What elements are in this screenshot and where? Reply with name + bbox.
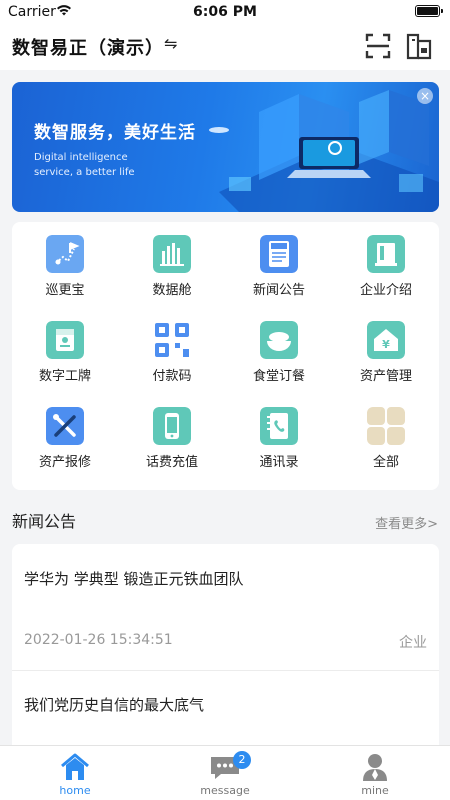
message-badge: 2: [233, 751, 251, 769]
news-date: 2022-01-26 15:34:51: [24, 632, 173, 648]
banner-slogan: 数智服务，美好生活: [34, 123, 196, 143]
badge-card-icon: [46, 321, 84, 359]
grid-item-label: 新闻公告: [252, 283, 305, 298]
office-building-icon[interactable]: [404, 31, 434, 61]
grid-item-label: 话费充值: [145, 455, 198, 470]
news-section-title: 新闻公告: [12, 512, 77, 531]
tab-label: message: [200, 784, 250, 797]
svg-text:¥: ¥: [382, 338, 390, 351]
banner-subtitle-line2: service, a better life: [34, 167, 135, 178]
tab-home[interactable]: home: [0, 746, 150, 800]
grid-item-all[interactable]: 全部: [333, 394, 439, 480]
news-list: 学华为 学典型 锻造正元铁血团队 2022-01-26 15:34:51 企业 …: [12, 544, 439, 756]
data-cabin-icon: [153, 235, 191, 273]
news-icon: [260, 235, 298, 273]
battery-icon: [415, 5, 443, 17]
grid-item-data-cabin[interactable]: 数据舱: [119, 222, 225, 308]
tab-label: home: [59, 784, 91, 797]
grid-item-label: 数字工牌: [38, 369, 91, 384]
grid-item-label: 付款码: [152, 369, 192, 384]
function-grid: 巡更宝 数据舱 新闻公告 企业介绍 数字工牌 付款码 食堂订餐 ¥ 资产管理 资…: [12, 222, 439, 490]
promo-banner[interactable]: 数智服务，美好生活 Digital intelligence service, …: [12, 82, 439, 212]
repair-icon: [46, 407, 84, 445]
banner-subtitle-line1: Digital intelligence: [34, 152, 128, 163]
home-icon: [61, 753, 89, 780]
grid-item-label: 食堂订餐: [252, 369, 305, 384]
news-headline: 我们党历史自信的最大底气: [24, 696, 205, 714]
grid-item-canteen[interactable]: 食堂订餐: [226, 308, 332, 394]
app-header: 数智易正（演示） ⇋: [0, 24, 450, 70]
status-bar: Carrier 6:06 PM: [0, 0, 450, 24]
grid-item-label: 巡更宝: [45, 283, 85, 298]
all-apps-icon: [367, 407, 405, 445]
grid-item-company[interactable]: 企业介绍: [333, 222, 439, 308]
smart-city-illustration: [209, 90, 439, 212]
scan-icon[interactable]: [364, 32, 392, 60]
status-time: 6:06 PM: [193, 4, 257, 20]
user-icon: [363, 754, 387, 781]
patrol-icon: [46, 235, 84, 273]
grid-item-digital-badge[interactable]: 数字工牌: [12, 308, 118, 394]
news-headline: 学华为 学典型 锻造正元铁血团队: [24, 570, 244, 588]
qr-code-icon: [153, 321, 191, 359]
grid-item-asset-management[interactable]: ¥ 资产管理: [333, 308, 439, 394]
grid-item-label: 数据舱: [152, 283, 192, 298]
grid-item-label: 通讯录: [259, 455, 299, 470]
contacts-icon: [260, 407, 298, 445]
banner-close-icon[interactable]: ×: [417, 88, 433, 104]
grid-item-news[interactable]: 新闻公告: [226, 222, 332, 308]
tab-message[interactable]: 2 message: [150, 746, 300, 800]
page-title: 数智易正（演示）: [12, 38, 164, 59]
grid-item-payment-code[interactable]: 付款码: [119, 308, 225, 394]
grid-item-label: 资产报修: [38, 455, 91, 470]
switch-org-icon[interactable]: ⇋: [164, 34, 177, 53]
banner-subtitle: Digital intelligence service, a better l…: [34, 150, 135, 180]
tab-label: mine: [361, 784, 389, 797]
bottom-tab-bar: home 2 message mine: [0, 745, 450, 800]
phone-recharge-icon: [153, 407, 191, 445]
grid-item-patrol[interactable]: 巡更宝: [12, 222, 118, 308]
company-icon: [367, 235, 405, 273]
grid-item-label: 资产管理: [359, 369, 412, 384]
grid-item-label: 全部: [372, 455, 399, 470]
grid-item-phone-recharge[interactable]: 话费充值: [119, 394, 225, 480]
grid-item-contacts[interactable]: 通讯录: [226, 394, 332, 480]
tab-mine[interactable]: mine: [300, 746, 450, 800]
canteen-icon: [260, 321, 298, 359]
grid-item-label: 企业介绍: [359, 283, 412, 298]
grid-item-asset-repair[interactable]: 资产报修: [12, 394, 118, 480]
divider: [12, 670, 439, 671]
asset-icon: ¥: [367, 321, 405, 359]
news-category: 企业: [399, 635, 427, 651]
news-more-link[interactable]: 查看更多>: [375, 513, 438, 532]
